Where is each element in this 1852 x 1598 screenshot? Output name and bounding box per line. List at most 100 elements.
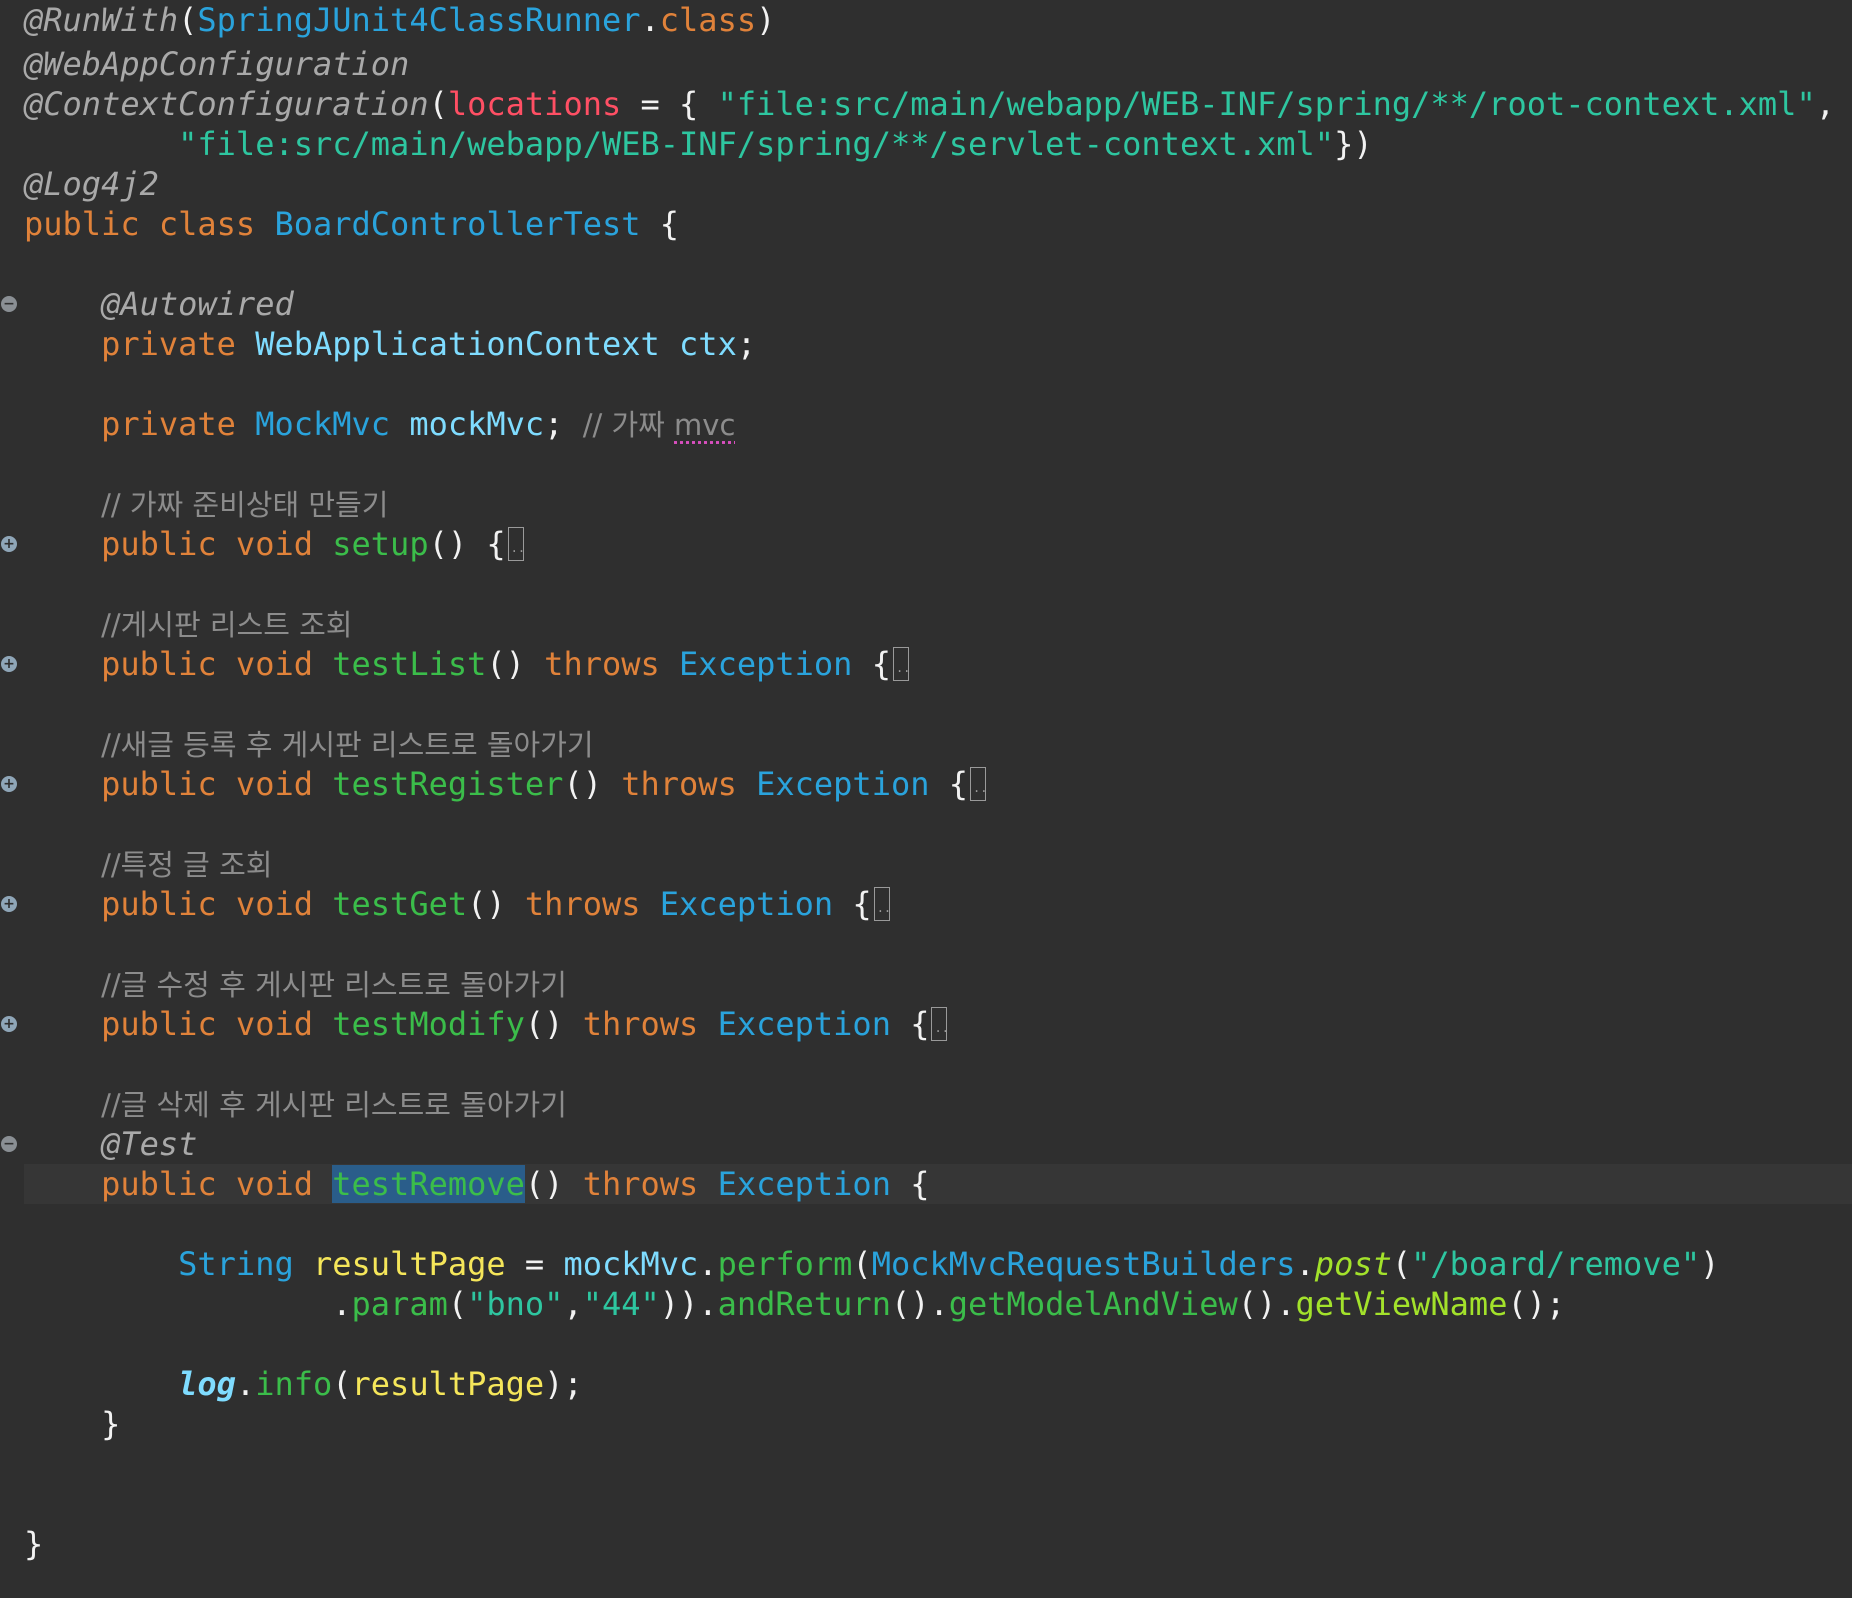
code-line: //게시판 리스트 조회 — [0, 604, 1852, 644]
code-line: − @Test — [0, 1124, 1852, 1164]
public-void: public void — [101, 1005, 313, 1043]
annotation-webappconfig: @WebAppConfiguration — [24, 45, 410, 83]
folded-code-icon[interactable] — [970, 767, 987, 808]
code-line: } — [0, 1524, 1852, 1564]
exception-type: Exception — [717, 1005, 891, 1043]
info-call: info — [255, 1365, 333, 1403]
code-line: "file:src/main/webapp/WEB-INF/spring/**/… — [178, 125, 1373, 163]
mockmvc-field: mockMvc — [409, 405, 545, 443]
exception-type: Exception — [659, 885, 834, 923]
mockmvc-comment: // 가짜 — [582, 408, 675, 442]
annotation-autowired: @Autowired — [101, 285, 294, 323]
code-line: // 가짜 준비상태 만들기 — [0, 484, 1852, 524]
fold-expand-icon[interactable]: + — [1, 896, 17, 912]
param-call: param — [351, 1285, 448, 1323]
code-line: + public void testGet() throws Exception… — [0, 884, 1852, 928]
method-testget[interactable]: testGet — [332, 885, 467, 923]
mockmvc-type: MockMvc — [255, 405, 391, 443]
ctx-type: WebApplicationContext — [255, 325, 660, 363]
fold-expand-icon[interactable]: + — [1, 536, 17, 552]
method-setup[interactable]: setup — [332, 525, 428, 563]
exception-type: Exception — [717, 1165, 891, 1203]
code-line: + public void setup() { — [0, 524, 1852, 568]
code-line: log.info(resultPage); — [178, 1365, 583, 1403]
public-void: public void — [101, 1165, 313, 1203]
code-editor[interactable]: @RunWith(SpringJUnit4ClassRunner.class) … — [0, 0, 1852, 1598]
fold-expand-icon[interactable]: + — [1, 656, 17, 672]
public-void: public void — [101, 525, 313, 563]
method-testlist[interactable]: testList — [332, 645, 486, 683]
code-line: public class BoardControllerTest { — [24, 205, 680, 243]
log-field: log — [178, 1365, 236, 1403]
method-testmodify[interactable]: testModify — [332, 1005, 525, 1043]
code-line: + public void testList() throws Exceptio… — [0, 644, 1852, 688]
locations-attribute: locations — [447, 85, 622, 123]
code-line: //글 수정 후 게시판 리스트로 돌아가기 — [0, 964, 1852, 1004]
comment-setup: // 가짜 준비상태 만들기 — [101, 488, 389, 522]
code-line: private MockMvc mockMvc; // 가짜 mvc — [101, 405, 736, 443]
annotation-test: @Test — [101, 1125, 198, 1163]
remove-url-string: "/board/remove" — [1411, 1245, 1701, 1283]
folded-code-icon[interactable] — [507, 527, 525, 568]
andreturn-call: andReturn — [717, 1285, 891, 1323]
perform-call: perform — [717, 1245, 853, 1283]
spellcheck-word: mvc — [674, 408, 736, 442]
fold-expand-icon[interactable]: + — [1, 776, 17, 792]
private-keyword: private — [101, 325, 236, 363]
code-line: .param("bno","44")).andReturn().getModel… — [332, 1285, 1566, 1323]
private-keyword: private — [101, 405, 236, 443]
folded-code-icon[interactable] — [873, 887, 891, 928]
getviewname-call: getViewName — [1295, 1285, 1508, 1323]
code-line: //특정 글 조회 — [0, 844, 1852, 884]
exception-type: Exception — [756, 765, 930, 803]
mockmvc-reference: mockMvc — [563, 1245, 699, 1283]
class-modifiers: public class — [24, 205, 256, 243]
throws-keyword: throws — [524, 885, 641, 923]
public-void: public void — [101, 645, 313, 683]
param-key-string: "bno" — [467, 1285, 564, 1323]
annotation-log4j2: @Log4j2 — [24, 165, 159, 203]
annotation-contextconfig: @ContextConfiguration — [24, 85, 429, 123]
code-line: @Log4j2 — [0, 164, 1852, 204]
ctx-field: ctx — [679, 325, 737, 363]
resultpage-variable: resultPage — [312, 1245, 506, 1283]
code-line: + public void testModify() throws Except… — [0, 1004, 1852, 1048]
string-type: String — [178, 1245, 294, 1283]
public-void: public void — [101, 765, 313, 803]
folded-code-icon[interactable] — [892, 647, 910, 688]
root-context-string: "file:src/main/webapp/WEB-INF/spring/**/… — [717, 85, 1816, 123]
method-testremove-selected[interactable]: testRemove — [332, 1165, 525, 1203]
code-line: private WebApplicationContext ctx; — [101, 325, 757, 363]
exception-type: Exception — [679, 645, 853, 683]
fold-expand-icon[interactable]: + — [1, 1016, 17, 1032]
class-name: BoardControllerTest — [274, 205, 641, 243]
public-void: public void — [101, 885, 313, 923]
method-close-brace: } — [24, 1405, 121, 1443]
comment-modify: //글 수정 후 게시판 리스트로 돌아가기 — [101, 968, 567, 1002]
comment-remove: //글 삭제 후 게시판 리스트로 돌아가기 — [101, 1088, 567, 1122]
code-line: @ContextConfiguration(locations = { "fil… — [24, 85, 1835, 123]
fold-collapse-icon[interactable]: − — [1, 296, 17, 312]
throws-keyword: throws — [544, 645, 660, 683]
post-call: post — [1314, 1245, 1392, 1283]
code-line: + public void testRegister() throws Exce… — [0, 764, 1852, 808]
comment-list: //게시판 리스트 조회 — [101, 608, 353, 642]
comment-get: //특정 글 조회 — [101, 848, 273, 882]
fold-collapse-icon[interactable]: − — [1, 1136, 17, 1152]
servlet-context-string: "file:src/main/webapp/WEB-INF/spring/**/… — [178, 125, 1335, 163]
throws-keyword: throws — [582, 1005, 699, 1043]
throws-keyword: throws — [582, 1165, 699, 1203]
code-line: } — [0, 1404, 1852, 1444]
runner-class: SpringJUnit4ClassRunner — [197, 1, 641, 39]
class-keyword: class — [659, 1, 757, 39]
code-line: @RunWith(SpringJUnit4ClassRunner.class) — [24, 1, 776, 39]
current-line[interactable]: public void testRemove() throws Exceptio… — [24, 1164, 1852, 1204]
getmodelandview-call: getModelAndView — [948, 1285, 1238, 1323]
folded-code-icon[interactable] — [931, 1007, 949, 1048]
throws-keyword: throws — [621, 765, 737, 803]
class-close-brace: } — [24, 1525, 44, 1563]
builders-class: MockMvcRequestBuilders — [871, 1245, 1296, 1283]
code-line: @WebAppConfiguration — [0, 44, 1852, 84]
comment-register: //새글 등록 후 게시판 리스트로 돌아가기 — [101, 728, 594, 762]
method-testregister[interactable]: testRegister — [332, 765, 563, 803]
